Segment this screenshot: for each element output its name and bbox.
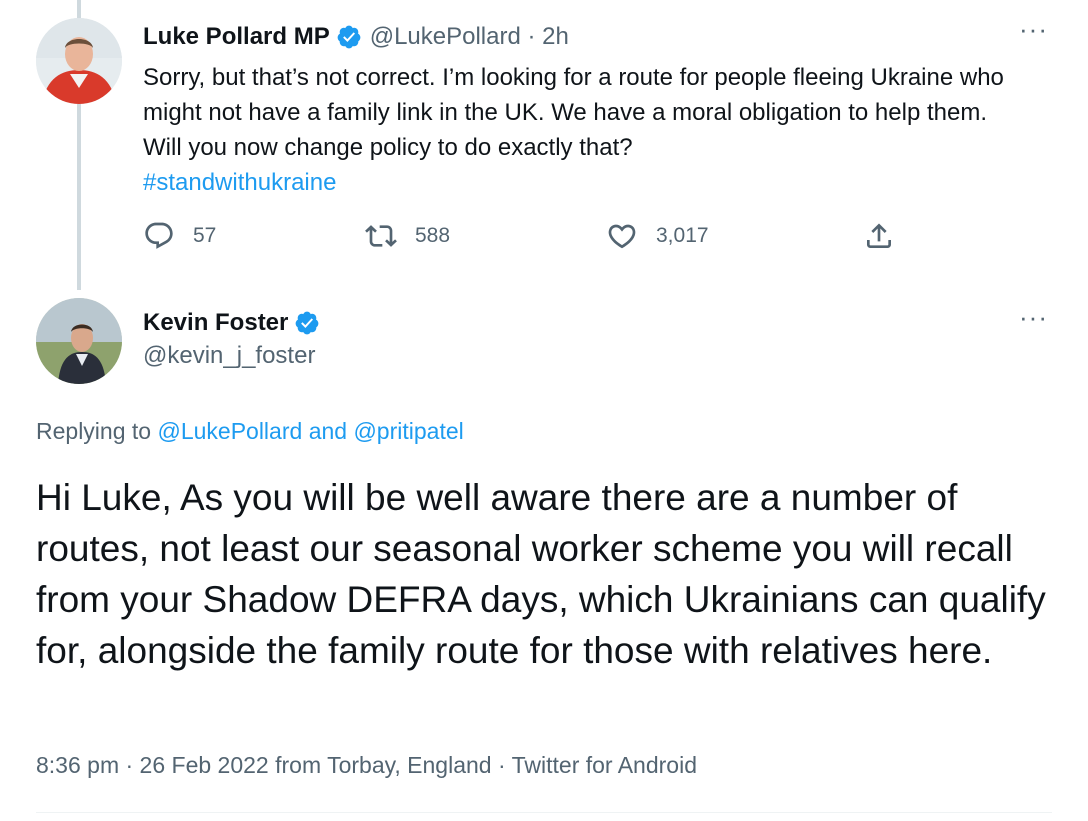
tweet2-handle[interactable]: @kevin_j_foster bbox=[143, 342, 315, 370]
mention-pritipatel[interactable]: @pritipatel bbox=[353, 418, 463, 444]
replying-to-line: Replying to @LukePollard and @pritipatel bbox=[36, 418, 464, 445]
tweet2-author-row: Kevin Foster bbox=[143, 306, 328, 340]
tweet1-action-bar: 57 588 3,017 bbox=[143, 220, 913, 260]
verified-badge-icon bbox=[295, 311, 319, 335]
reply-icon bbox=[145, 222, 173, 249]
retweet-icon bbox=[365, 225, 397, 247]
avatar-luke-pollard[interactable] bbox=[36, 18, 122, 104]
tweet1-author-name[interactable]: Luke Pollard MP bbox=[143, 23, 330, 51]
tweet-thread: ··· Luke Pollard MP @LukePollard · 2h So… bbox=[0, 0, 1088, 821]
tweet1-handle-time[interactable]: @LukePollard · 2h bbox=[370, 23, 569, 51]
replying-and[interactable]: and bbox=[309, 418, 347, 444]
tweet2-body-text: Hi Luke, As you will be well aware there… bbox=[36, 477, 1046, 671]
share-button[interactable] bbox=[863, 220, 913, 252]
verified-badge-icon bbox=[337, 25, 361, 49]
tweet2-timestamp[interactable]: 8:36 pm · 26 Feb 2022 from Torbay, Engla… bbox=[36, 752, 512, 778]
tweet2-more-options-icon[interactable]: ··· bbox=[1019, 304, 1048, 330]
share-icon bbox=[867, 223, 891, 248]
like-button[interactable]: 3,017 bbox=[606, 220, 709, 252]
retweet-count: 588 bbox=[415, 224, 451, 247]
like-heart-icon bbox=[608, 224, 636, 249]
hashtag-link[interactable]: #standwithukraine bbox=[143, 169, 336, 196]
tweet2-source[interactable]: Twitter for Android bbox=[512, 752, 697, 778]
replying-prefix: Replying to bbox=[36, 418, 152, 444]
mention-lukepollard[interactable]: @LukePollard bbox=[157, 418, 302, 444]
reply-count: 57 bbox=[193, 224, 217, 247]
tweet2-metadata: 8:36 pm · 26 Feb 2022 from Torbay, Engla… bbox=[36, 752, 697, 779]
divider bbox=[36, 812, 1052, 813]
like-count: 3,017 bbox=[656, 224, 709, 247]
avatar-kevin-foster[interactable] bbox=[36, 298, 122, 384]
reply-button[interactable]: 57 bbox=[143, 220, 216, 252]
tweet1-more-options-icon[interactable]: ··· bbox=[1019, 16, 1048, 42]
tweet2-author-name[interactable]: Kevin Foster bbox=[143, 309, 288, 337]
retweet-button[interactable]: 588 bbox=[365, 220, 450, 252]
tweet1-body-text: Sorry, but that’s not correct. I’m looki… bbox=[143, 64, 1004, 161]
tweet1-text: Sorry, but that’s not correct. I’m looki… bbox=[143, 60, 1023, 200]
tweet1-header: Luke Pollard MP @LukePollard · 2h bbox=[143, 20, 569, 54]
